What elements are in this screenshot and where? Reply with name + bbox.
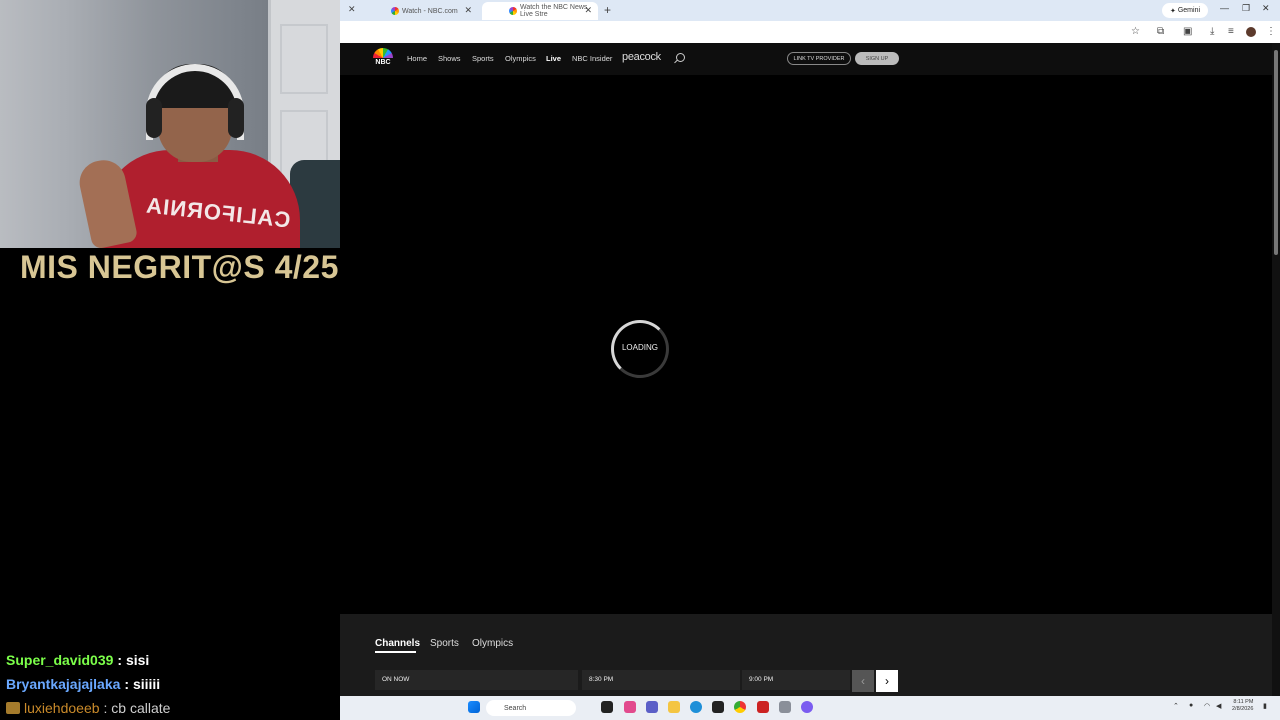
nav-olympics[interactable]: Olympics <box>505 54 536 63</box>
time-slot-on-now: ON NOW <box>375 670 578 690</box>
stream-title: MIS NEGRIT@S 4/25 <box>20 249 339 285</box>
tab-channels[interactable]: Channels <box>375 638 420 649</box>
chat-text: : siiiii <box>124 676 161 692</box>
sign-up-button[interactable]: SIGN UP <box>855 52 899 65</box>
time-slot-830: 8:30 PM <box>582 670 740 690</box>
copilot-icon[interactable] <box>624 701 636 713</box>
close-tab-icon[interactable]: ✕ <box>584 5 592 16</box>
active-tab-underline <box>375 651 416 653</box>
tab-watch-nbc[interactable]: Watch - NBC.com ✕ <box>364 2 478 20</box>
store-icon[interactable] <box>712 701 724 713</box>
extensions-icon[interactable]: ⧉ <box>1157 26 1164 37</box>
windows-start-icon[interactable] <box>468 701 480 713</box>
chat-username: Super_david039 <box>6 652 114 668</box>
browser-window: ✕ Watch - NBC.com ✕ Watch the NBC News L… <box>340 0 1280 720</box>
menu-icon[interactable]: ⋮ <box>1266 26 1276 37</box>
discord-icon[interactable] <box>801 701 813 713</box>
nbc-favicon-icon <box>391 7 399 15</box>
time-slot-900: 9:00 PM <box>742 670 850 690</box>
new-tab-icon[interactable]: + <box>604 3 611 17</box>
system-clock[interactable]: 8:11 PM 2/8/2026 <box>1232 699 1253 713</box>
chevron-right-icon: › <box>885 674 889 688</box>
star-icon[interactable]: ☆ <box>1131 26 1140 37</box>
nav-shows[interactable]: Shows <box>438 54 461 63</box>
nav-sports[interactable]: Sports <box>472 54 494 63</box>
schedule-prev-button[interactable]: ‹ <box>852 670 874 692</box>
close-tab-icon[interactable]: ✕ <box>464 5 472 16</box>
chrome-icon[interactable] <box>734 701 746 713</box>
chat-message: Bryantkajajajlaka: siiiii <box>6 676 160 692</box>
restore-icon[interactable]: ❐ <box>1242 3 1250 14</box>
tab-strip: ✕ Watch - NBC.com ✕ Watch the NBC News L… <box>340 0 1280 21</box>
taskbar-search[interactable]: Search <box>486 700 576 716</box>
tab-nbc-news-live[interactable]: Watch the NBC News Live Stre ✕ <box>482 2 598 20</box>
wifi-icon[interactable]: ◠ <box>1204 702 1210 710</box>
teams-icon[interactable] <box>646 701 658 713</box>
volume-icon[interactable]: ◀ <box>1216 702 1221 710</box>
edge-icon[interactable] <box>690 701 702 713</box>
sparkle-icon: ✦ <box>1169 7 1176 15</box>
file-explorer-icon[interactable] <box>668 701 680 713</box>
tab-olympics[interactable]: Olympics <box>472 638 513 649</box>
screen: CALIFORNIA MIS NEGRIT@S 4/25 Super_david… <box>0 0 1280 720</box>
close-icon[interactable]: ✕ <box>348 4 356 15</box>
webcam-overlay: CALIFORNIA <box>0 0 340 248</box>
chat-text: : sisi <box>117 652 150 668</box>
loading-text: LOADING <box>621 343 658 352</box>
chat-message: luxiehdoeeb: cb callate <box>6 700 170 716</box>
peacock-link[interactable]: peacock <box>622 51 661 63</box>
minimize-icon[interactable]: — <box>1220 3 1229 13</box>
nav-live[interactable]: Live <box>546 54 561 63</box>
chat-username: Bryantkajajajlaka <box>6 676 121 692</box>
nbc-logo[interactable]: NBC <box>372 48 394 70</box>
nbc-favicon-icon <box>509 7 517 15</box>
chat-message: Super_david039: sisi <box>6 652 149 668</box>
settings-icon[interactable] <box>779 701 791 713</box>
nav-nbc-insider[interactable]: NBC Insider <box>572 54 612 63</box>
chevron-up-icon[interactable]: ⌃ <box>1173 702 1179 710</box>
search-icon[interactable] <box>676 53 685 62</box>
app-icon[interactable] <box>757 701 769 713</box>
download-icon[interactable]: ⤓ <box>1210 26 1214 37</box>
peacock-logo-icon <box>373 48 393 58</box>
mic-icon[interactable]: ● <box>1189 702 1193 709</box>
notification-icon[interactable]: ▮ <box>1263 702 1267 710</box>
chat-username: luxiehdoeeb <box>24 700 100 716</box>
tab-sports[interactable]: Sports <box>430 638 459 649</box>
chat-text: : cb callate <box>103 700 171 716</box>
close-window-icon[interactable]: ✕ <box>1262 3 1270 14</box>
chevron-left-icon: ‹ <box>861 674 865 688</box>
side-panel-icon[interactable]: ▣ <box>1183 26 1192 37</box>
link-tv-provider-button[interactable]: LINK TV PROVIDER <box>787 52 851 65</box>
schedule-next-button[interactable]: › <box>876 670 898 692</box>
nav-home[interactable]: Home <box>407 54 427 63</box>
chat-badge-icon <box>6 702 20 714</box>
scrollbar-thumb[interactable] <box>1274 50 1278 255</box>
task-view-icon[interactable] <box>601 701 613 713</box>
profile-avatar-icon[interactable] <box>1246 27 1256 37</box>
media-icon[interactable]: ≡ <box>1228 26 1234 37</box>
gemini-button[interactable]: ✦ Gemini <box>1162 3 1208 18</box>
